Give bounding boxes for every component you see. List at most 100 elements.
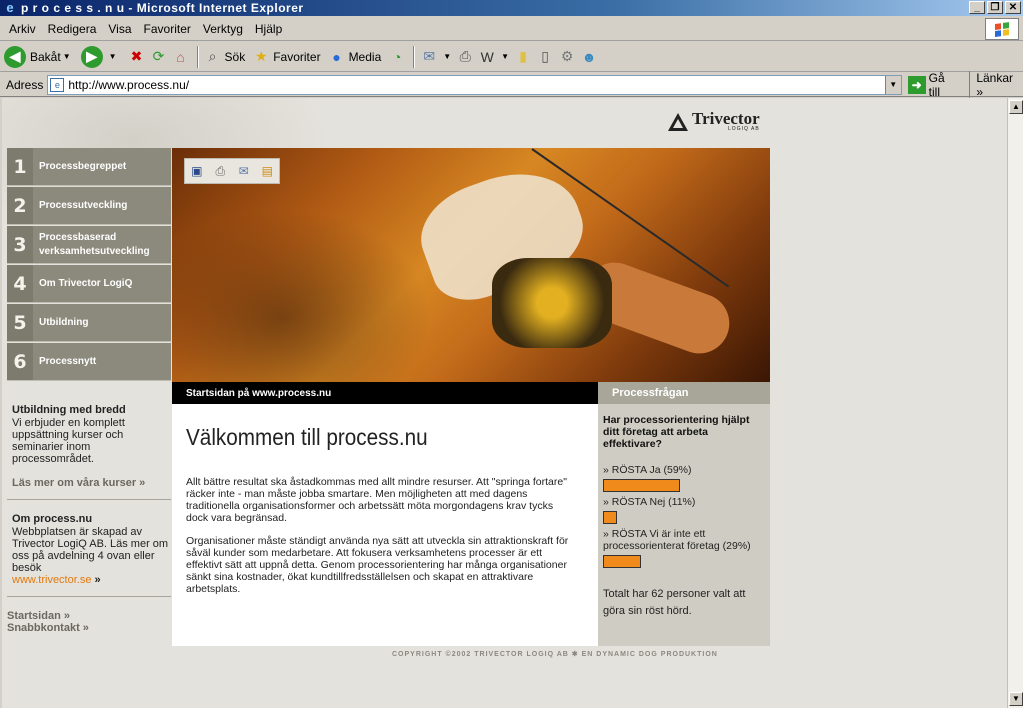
toolbar: ◀ Bakåt ▼ ▶ ▼ ✖ ⟳ ⌂ ⌕ Sök ★ Favoriter ● … (0, 42, 1023, 72)
trivector-link[interactable]: www.trivector.se (12, 574, 91, 586)
links-button[interactable]: Länkar » (969, 70, 1023, 99)
nav-label: Om Trivector LogiQ (39, 277, 133, 289)
ie-icon: e (6, 0, 14, 15)
save-icon[interactable]: ▣ (189, 163, 205, 179)
toolbar-separator (196, 45, 199, 68)
nav-item-processnytt[interactable]: 6 Processnytt (7, 343, 171, 381)
back-dropdown-icon[interactable]: ▼ (63, 52, 71, 61)
vertical-scrollbar[interactable]: ▲ ▼ (1007, 98, 1023, 708)
poll-total: Totalt har 62 personer valt att göra sin… (603, 588, 746, 617)
menu-verktyg[interactable]: Verktyg (197, 22, 249, 36)
trivector-logo[interactable]: Trivector LOGIQ AB (668, 109, 760, 132)
research-icon[interactable]: ▯ (535, 47, 555, 67)
mail-icon[interactable]: ✉ (419, 47, 439, 67)
nav-label: Processbegreppet (39, 160, 127, 172)
copyright-text: COPYRIGHT ©2002 TRIVECTOR LOGIQ AB ✱ EN … (392, 651, 718, 658)
media-button[interactable]: ● Media (327, 47, 382, 67)
scroll-down-icon[interactable]: ▼ (1009, 692, 1023, 706)
address-dropdown-icon[interactable]: ▼ (884, 75, 901, 94)
contact-link[interactable]: Snabbkontakt » (7, 622, 89, 634)
sidebar-about: Om process.nu Webbplatsen är skapad av T… (12, 513, 172, 586)
poll-bar (603, 511, 617, 524)
poll-question: Har processorientering hjälpt ditt föret… (603, 414, 750, 450)
nav-item-processutveckling[interactable]: 2 Processutveckling (7, 187, 171, 225)
stop-icon[interactable]: ✖ (127, 47, 147, 67)
bookmark-icon[interactable]: ▤ (259, 163, 275, 179)
nav-number: 1 (7, 148, 33, 185)
forward-button[interactable]: ▶ ▼ (80, 45, 121, 68)
forward-dropdown-icon[interactable]: ▼ (109, 52, 117, 61)
go-arrow-icon: ➜ (907, 75, 926, 94)
nav-number: 4 (7, 265, 33, 302)
links-label: Länkar (976, 70, 1014, 85)
intro-paragraph: Allt bättre resultat ska åstadkommas med… (186, 476, 567, 524)
poll-bar (603, 479, 680, 492)
go-label: Gå till (928, 70, 945, 99)
edit-icon[interactable]: W (477, 47, 497, 67)
mail-dropdown-icon[interactable]: ▼ (443, 52, 451, 61)
nav-item-om-trivector[interactable]: 4 Om Trivector LogiQ (7, 265, 171, 303)
vote-yes-link[interactable]: » RÖSTA Ja (59%) (603, 464, 765, 476)
start-link[interactable]: Startsidan » (7, 610, 89, 622)
search-button[interactable]: ⌕ Sök (203, 47, 246, 67)
sidebar-education: Utbildning med bredd Vi erbjuder en komp… (12, 404, 172, 489)
nav-label: Processutveckling (39, 199, 128, 211)
page-title: Välkommen till process.nu (186, 424, 428, 450)
main-nav: 1 Processbegreppet 2 Processutveckling 3… (7, 148, 171, 382)
nav-item-utbildning[interactable]: 5 Utbildning (7, 304, 171, 342)
tools-icon[interactable]: ⚙ (557, 47, 577, 67)
media-globe-icon: ● (332, 48, 341, 65)
page-tools: ▣ ⎙ ✉ ▤ (184, 158, 280, 184)
back-label: Bakåt (30, 49, 61, 64)
nav-item-processbegreppet[interactable]: 1 Processbegreppet (7, 148, 171, 186)
scroll-up-icon[interactable]: ▲ (1009, 100, 1023, 114)
bottom-links: Startsidan » Snabbkontakt » (7, 610, 89, 634)
menu-arkiv[interactable]: Arkiv (3, 22, 42, 36)
edit-dropdown-icon[interactable]: ▼ (501, 52, 509, 61)
logo-name: Trivector (692, 109, 760, 128)
address-url: http://www.process.nu/ (68, 77, 190, 92)
nav-number: 3 (7, 226, 33, 263)
minimize-button[interactable]: _ (969, 1, 985, 14)
vote-not-process-link[interactable]: » RÖSTA Vi är inte ett processorienterat… (603, 528, 765, 552)
nav-label: Utbildning (39, 316, 89, 328)
menu-hjalp[interactable]: Hjälp (249, 22, 288, 36)
home-icon[interactable]: ⌂ (171, 47, 191, 67)
main-header: Startsidan på www.process.nu (172, 382, 598, 404)
sidebar-divider (7, 499, 171, 500)
refresh-icon[interactable]: ⟳ (149, 47, 169, 67)
search-label: Sök (224, 49, 246, 64)
back-button[interactable]: ◀ Bakåt ▼ (4, 45, 75, 68)
main-content: Välkommen till process.nu Allt bättre re… (172, 404, 598, 646)
address-input[interactable]: e http://www.process.nu/ ▼ (47, 74, 902, 95)
window-title: p r o c e s s . n u - Microsoft Internet… (21, 1, 304, 15)
discuss-icon[interactable]: ▮ (513, 47, 533, 67)
go-button[interactable]: ➜ Gå till (907, 70, 960, 99)
toolbar-separator (413, 45, 416, 68)
close-button[interactable]: ✕ (1005, 1, 1021, 14)
messenger-icon[interactable]: ☻ (579, 47, 599, 67)
page-viewport: Trivector LOGIQ AB 1 Processbegreppet 2 … (2, 98, 1007, 708)
back-arrow-icon: ◀ (4, 45, 26, 68)
education-text: Vi erbjuder en komplett uppsättning kurs… (12, 417, 125, 465)
menu-redigera[interactable]: Redigera (42, 22, 103, 36)
poll-panel: Har processorientering hjälpt ditt föret… (598, 404, 770, 646)
courses-link[interactable]: Läs mer om våra kurser » (12, 477, 172, 489)
menu-visa[interactable]: Visa (102, 22, 137, 36)
address-bar: Adress e http://www.process.nu/ ▼ ➜ Gå t… (0, 70, 1023, 99)
address-label: Adress (6, 77, 44, 92)
restore-button[interactable]: ❐ (987, 1, 1003, 14)
media-label: Media (348, 49, 382, 64)
nav-label: Processnytt (39, 355, 97, 367)
history-icon[interactable]: ◔ (387, 47, 407, 67)
poll-bar (603, 555, 641, 568)
nav-item-processbaserad[interactable]: 3 Processbaserad verksamhetsutveckling (7, 226, 171, 264)
menu-favoriter[interactable]: Favoriter (138, 22, 197, 36)
about-text: Webbplatsen är skapad av Trivector LogiQ… (12, 526, 169, 574)
email-icon[interactable]: ✉ (236, 163, 252, 179)
vote-no-link[interactable]: » RÖSTA Nej (11%) (603, 496, 765, 508)
print-icon[interactable]: ⎙ (455, 47, 475, 67)
favorites-button[interactable]: ★ Favoriter (251, 47, 321, 67)
print-icon[interactable]: ⎙ (212, 163, 228, 179)
education-title: Utbildning med bredd (12, 404, 126, 416)
